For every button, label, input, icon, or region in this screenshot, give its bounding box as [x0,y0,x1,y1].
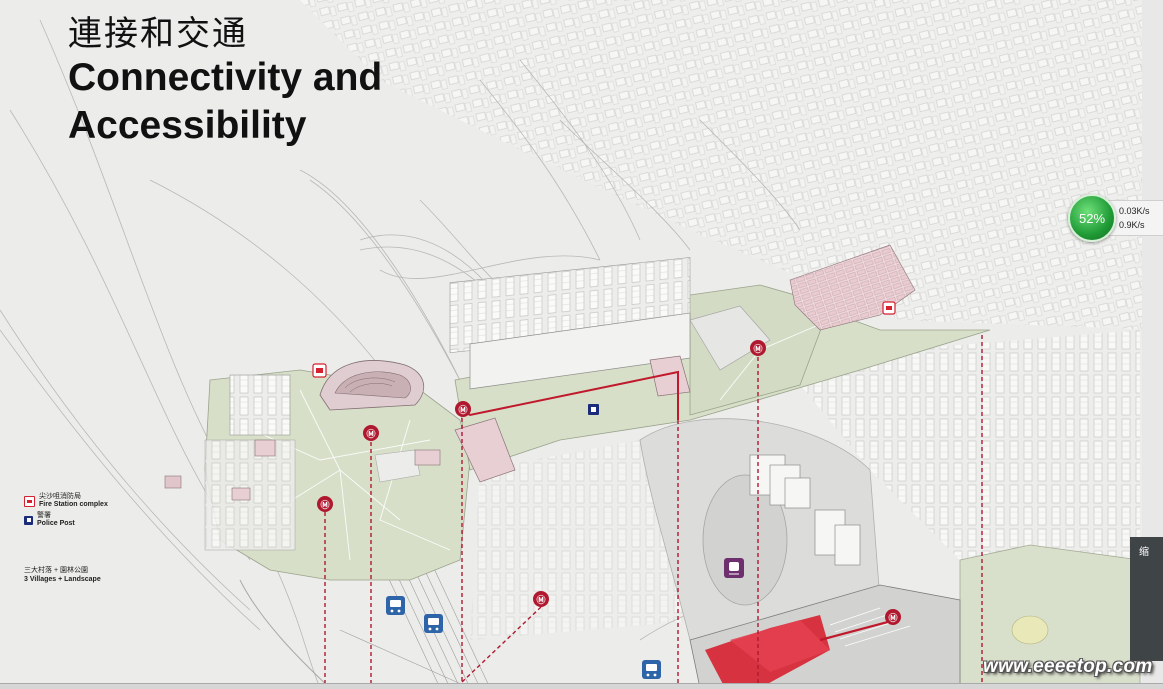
pink-block-west2 [231,487,251,501]
bus-icon[interactable] [642,660,661,679]
villages-label: 三大村落 + 園林公園 3 Villages + Landscape [24,566,101,584]
villages-label-zh: 三大村落 + 園林公園 [24,567,88,574]
mtr-station-icon[interactable]: Ⓜ [455,401,471,417]
svg-text:Ⓜ: Ⓜ [458,404,467,415]
police-post-icon [24,515,33,525]
bus-icon[interactable] [386,596,405,615]
pink-block-west [254,439,276,457]
download-speed-value: 0.9K/s [1119,220,1145,230]
villages-label-en: 3 Villages + Landscape [24,576,101,583]
fire-station-icon[interactable] [312,363,327,378]
mtr-station-icon[interactable]: Ⓜ [750,340,766,356]
svg-text:Ⓜ: Ⓜ [366,428,375,439]
upload-speed-value: 0.03K/s [1119,206,1150,216]
legend-label: 警署 Police Post [37,512,75,528]
watermark: www.eeeetop.com [983,656,1153,677]
mtr-station-icon[interactable]: Ⓜ [363,425,379,441]
svg-text:Ⓜ: Ⓜ [536,594,545,605]
upload-speed: ↑ 0.03K/s [1110,205,1150,217]
svg-text:Ⓜ: Ⓜ [753,343,762,354]
legend-label: 尖沙咀消防局 Fire Station complex [39,493,108,509]
legend-label-zh: 警署 [37,512,51,519]
mtr-station-icon[interactable]: Ⓜ [885,609,901,625]
west-towers [229,374,291,436]
network-speed-widget[interactable]: ↑ 0.03K/s ↓ 0.9K/s 52% [1066,192,1163,244]
download-speed: ↓ 0.9K/s [1110,219,1145,231]
legend-label-en: Fire Station complex [39,501,108,508]
legend-item-fire-station: 尖沙咀消防局 Fire Station complex [24,493,108,509]
legend-label-en: Police Post [37,520,75,527]
legend-label-zh: 尖沙咀消防局 [39,493,81,500]
police-post-icon[interactable] [588,404,599,415]
svg-text:Ⓜ: Ⓜ [320,499,329,510]
pond [1011,615,1049,645]
svg-text:Ⓜ: Ⓜ [888,612,897,623]
pink-block-solo [164,475,182,489]
legend-item-police-post: 警署 Police Post [24,512,108,528]
taskbar-edge [0,683,1163,689]
page-title: Connectivity and Accessibility [68,56,383,147]
rail-station-icon[interactable] [724,558,744,578]
bus-icon[interactable] [424,614,443,633]
fire-station-icon[interactable] [882,301,896,315]
fire-station-icon [24,495,35,507]
mtr-station-icon[interactable]: Ⓜ [317,496,333,512]
page-title-chinese: 連接和交通 [68,14,248,54]
memory-usage-ball[interactable]: 52% [1068,194,1116,242]
mtr-station-icon[interactable]: Ⓜ [533,591,549,607]
pink-block-small [414,449,441,466]
side-collapse-tab[interactable]: 缩 [1130,537,1163,661]
map-legend: 尖沙咀消防局 Fire Station complex 警署 Police Po… [24,493,108,531]
